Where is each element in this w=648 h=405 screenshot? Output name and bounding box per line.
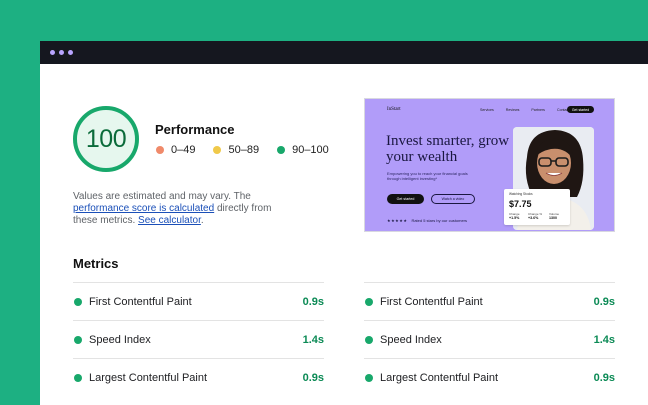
legend-dot-icon [213, 146, 222, 154]
metric-name: First Contentful Paint [89, 295, 192, 308]
metric-value: 0.9s [593, 371, 615, 384]
pass-status-icon [74, 373, 82, 382]
stars-icon: ★★★★★ [387, 218, 408, 223]
preview-primary-button: Get started [387, 194, 424, 204]
metric-row: Largest Contentful Paint 0.9s [364, 358, 615, 396]
metric-row: Speed Index 1.4s [364, 320, 615, 358]
legend-item-fail: 0–49 [156, 144, 195, 156]
pass-status-icon [365, 373, 373, 382]
metric-name: First Contentful Paint [380, 295, 483, 308]
stock-stat-value: +3.6% [528, 216, 539, 220]
score-legend: 0–49 50–89 90–100 [156, 144, 347, 156]
page-screenshot-preview: InStart Services Reviews Partners Contac… [364, 98, 615, 232]
metric-value: 0.9s [593, 295, 615, 308]
category-title: Performance [155, 122, 235, 137]
preview-brand: InStart [387, 107, 401, 112]
stock-card-title: Watching Stocks [509, 192, 533, 196]
performance-score-link[interactable]: performance score is calculated [73, 203, 214, 214]
metric-value: 0.9s [302, 371, 324, 384]
stock-stat: Change +1.5% [509, 212, 520, 220]
performance-score-gauge: 100 [72, 105, 140, 173]
metric-name: Largest Contentful Paint [89, 371, 208, 384]
legend-dot-icon [277, 146, 286, 154]
pass-status-icon [74, 297, 82, 306]
score-note: Values are estimated and may vary. The p… [73, 191, 283, 227]
window-titlebar [40, 41, 648, 64]
legend-label: 50–89 [228, 144, 260, 156]
preview-nav-button: Get started [567, 106, 594, 113]
metric-row: Largest Contentful Paint 0.9s [73, 358, 324, 396]
preview-headline: Invest smarter, grow your wealth [386, 133, 510, 165]
pass-status-icon [365, 335, 373, 344]
preview-stock-card: Watching Stocks $7.75 Change +1.5% Change… [504, 189, 570, 225]
metric-value: 1.4s [302, 333, 324, 346]
legend-dot-icon [156, 146, 164, 154]
preview-rating: ★★★★★ Rated 5 stars by our customers [387, 218, 467, 223]
window-control-dot[interactable] [50, 50, 55, 55]
metric-name: Largest Contentful Paint [380, 371, 499, 384]
stock-stat-value: 1300 [549, 216, 557, 220]
metric-row: Speed Index 1.4s [73, 320, 324, 358]
window-control-dot[interactable] [59, 50, 64, 55]
legend-label: 90–100 [292, 144, 329, 156]
see-calculator-link[interactable]: See calculator [138, 215, 201, 226]
stock-price: $7.75 [509, 199, 532, 209]
note-text: . [200, 215, 204, 226]
legend-item-pass: 90–100 [277, 144, 329, 156]
note-text: Values are estimated and may vary. The [73, 191, 251, 202]
metric-row: First Contentful Paint 0.9s [364, 282, 615, 320]
preview-subtext: Empowering you to reach your financial g… [387, 171, 468, 181]
preview-nav-item: Services [480, 108, 494, 112]
metric-name: Speed Index [89, 333, 151, 346]
legend-label: 0–49 [171, 144, 196, 156]
preview-secondary-button: Watch a video [431, 194, 475, 204]
stock-stat-value: +1.5% [509, 216, 520, 220]
metrics-heading: Metrics [73, 256, 119, 271]
legend-item-average: 50–89 [213, 144, 259, 156]
preview-rating-text: Rated 5 stars by our customers [411, 218, 468, 223]
stock-stat: Change % +3.6% [528, 212, 542, 220]
stock-stat: Volume 1300 [549, 212, 559, 220]
metric-row: First Contentful Paint 0.9s [73, 282, 324, 320]
window-control-dot[interactable] [68, 50, 73, 55]
preview-nav-item: Partners [531, 108, 545, 112]
preview-nav-item: Reviews [505, 108, 520, 112]
metric-value: 1.4s [593, 333, 615, 346]
metric-name: Speed Index [380, 333, 442, 346]
metric-value: 0.9s [302, 295, 324, 308]
browser-window: 100 Performance 0–49 50–89 90–100 Values… [40, 41, 648, 405]
performance-score: 100 [85, 124, 127, 153]
pass-status-icon [365, 297, 373, 306]
pass-status-icon [74, 335, 82, 344]
